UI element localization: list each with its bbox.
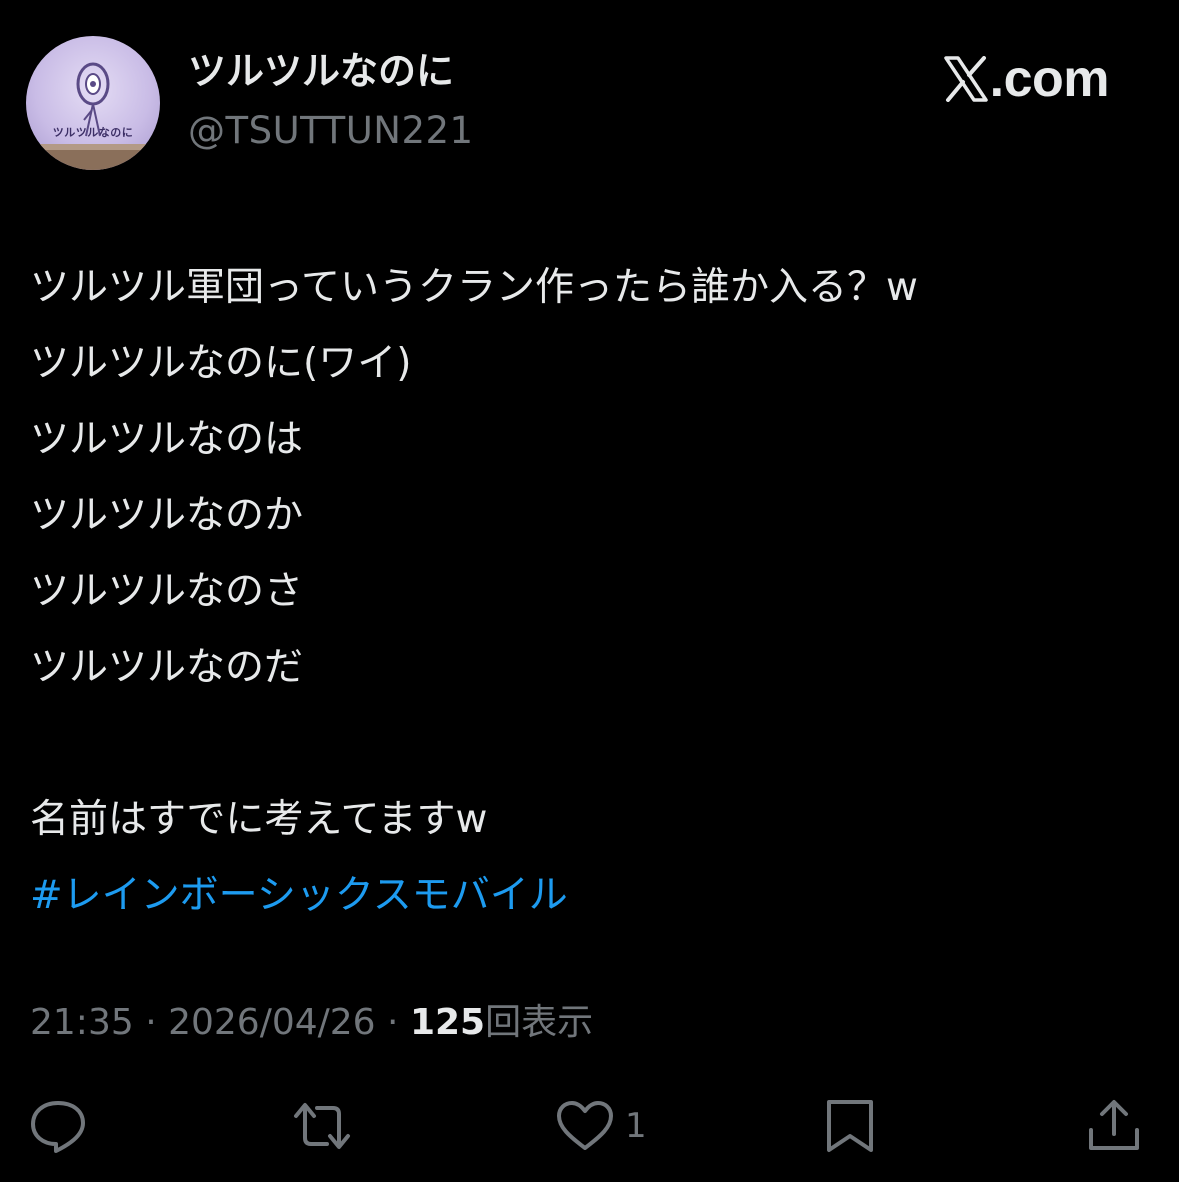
tweet-time[interactable]: 21:35 bbox=[30, 1002, 134, 1043]
views-label: 回表示 bbox=[485, 1002, 594, 1043]
tweet-line: ツルツルなのか bbox=[30, 493, 304, 538]
tweet-date[interactable]: 2026/04/26 bbox=[168, 1002, 376, 1043]
heart-icon bbox=[557, 1101, 613, 1150]
tweet-text: ツルツル軍団っていうクラン作ったら誰か入る？w ツルツルなのに(ワイ) ツルツル… bbox=[30, 250, 1150, 934]
bookmark-button[interactable] bbox=[824, 1094, 876, 1158]
reply-icon bbox=[31, 1101, 85, 1153]
x-logo-icon bbox=[943, 56, 988, 102]
reply-button[interactable] bbox=[28, 1094, 88, 1158]
tweet-line: ツルツルなのは bbox=[30, 417, 304, 462]
tweet-line: ツルツル軍団っていうクラン作ったら誰か入る？w bbox=[30, 265, 918, 310]
tweet-meta: 21:35 · 2026/04/26 · 125回表示 bbox=[30, 1000, 593, 1046]
x-brand: .com bbox=[943, 50, 1110, 108]
avatar-caption: ツルツルなのに bbox=[52, 126, 134, 139]
share-button[interactable] bbox=[1086, 1094, 1142, 1158]
avatar[interactable]: ツルツルなのに bbox=[26, 36, 160, 170]
views-count: 125 bbox=[409, 1002, 486, 1043]
tweet-line: 名前はすでに考えてますw bbox=[30, 797, 488, 842]
user-handle[interactable]: @TSUTTUN221 bbox=[188, 112, 474, 149]
avatar-illustration bbox=[26, 62, 160, 170]
bookmark-icon bbox=[827, 1100, 873, 1152]
hashtag-link[interactable]: #レインボーシックスモバイル bbox=[30, 858, 1150, 934]
display-name[interactable]: ツルツルなのに bbox=[188, 52, 454, 90]
tweet-line: ツルツルなのに(ワイ) bbox=[30, 341, 412, 386]
like-count: 1 bbox=[625, 1106, 647, 1146]
meta-separator: · bbox=[375, 1002, 410, 1043]
brand-domain: .com bbox=[989, 50, 1110, 108]
share-icon bbox=[1089, 1100, 1139, 1150]
retweet-icon bbox=[294, 1103, 350, 1149]
like-button[interactable]: 1 bbox=[555, 1094, 647, 1158]
tweet-line: ツルツルなのさ bbox=[30, 569, 304, 614]
tweet-line: ツルツルなのだ bbox=[30, 645, 304, 690]
meta-separator: · bbox=[133, 1002, 169, 1043]
action-bar: 1 bbox=[0, 1094, 1179, 1158]
retweet-button[interactable] bbox=[290, 1094, 354, 1158]
